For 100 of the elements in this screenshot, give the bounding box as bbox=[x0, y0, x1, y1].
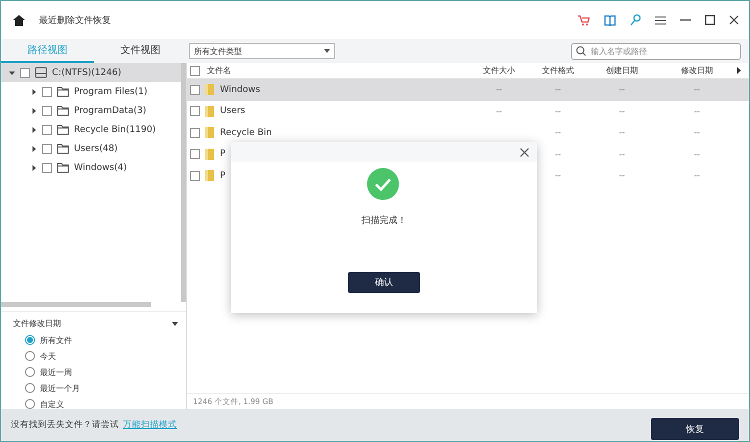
file-name: Recycle Bin bbox=[220, 128, 272, 138]
maximize-icon[interactable] bbox=[705, 15, 715, 25]
tree-item[interactable]: C:(NTFS)(1246) bbox=[1, 63, 181, 82]
drive-icon bbox=[35, 67, 47, 78]
scrollbar[interactable] bbox=[1, 302, 151, 307]
table-cell-text: -- bbox=[618, 128, 626, 138]
checkbox[interactable] bbox=[42, 144, 52, 154]
hint-text: 没有找到丢失文件？请尝试 bbox=[11, 419, 119, 431]
radio-button[interactable] bbox=[25, 335, 35, 345]
window-title: 最近删除文件恢复 bbox=[39, 14, 112, 26]
folder-icon bbox=[57, 86, 69, 97]
view-tab[interactable]: 文件视图 bbox=[94, 39, 187, 63]
table-cell-text: -- bbox=[618, 106, 626, 116]
checkbox[interactable] bbox=[42, 162, 52, 172]
checkbox[interactable] bbox=[42, 106, 52, 116]
tree-item[interactable]: Users(48) bbox=[1, 139, 181, 158]
dialog-message: 扫描完成！ bbox=[362, 214, 406, 227]
folder-icon bbox=[205, 106, 214, 117]
column-header[interactable]: 创建日期 bbox=[587, 65, 657, 76]
tree-item[interactable]: Recycle Bin(1190) bbox=[1, 120, 181, 139]
tree-label: ProgramData(3) bbox=[74, 106, 146, 116]
scroll-right-icon[interactable] bbox=[737, 67, 741, 74]
cart-icon[interactable] bbox=[578, 14, 590, 26]
radio-button[interactable] bbox=[25, 383, 35, 393]
expand-caret-icon[interactable] bbox=[31, 146, 37, 152]
table-cell-text: -- bbox=[693, 106, 701, 116]
folder-icon bbox=[205, 148, 214, 160]
column-header[interactable]: 文件大小 bbox=[469, 65, 529, 76]
book-icon[interactable] bbox=[604, 14, 616, 26]
radio-label: 最近一个月 bbox=[40, 382, 80, 394]
tree-label: Users(48) bbox=[74, 144, 118, 154]
file-type-dropdown[interactable]: 所有文件类型 bbox=[189, 43, 335, 59]
file-name: Users bbox=[220, 106, 246, 116]
radio-button[interactable] bbox=[25, 399, 35, 409]
checkbox[interactable] bbox=[190, 66, 200, 76]
folder-icon bbox=[57, 124, 69, 135]
table-cell-text: -- bbox=[693, 171, 701, 180]
tree-label: Program Files(1) bbox=[74, 86, 148, 96]
column-header[interactable]: 修改日期 bbox=[657, 65, 737, 76]
tree-item[interactable]: Program Files(1) bbox=[1, 82, 181, 101]
success-check-icon bbox=[367, 168, 399, 200]
checkbox[interactable] bbox=[190, 149, 200, 160]
checkbox[interactable] bbox=[20, 68, 30, 78]
table-cell-text: -- bbox=[495, 106, 503, 116]
table-row[interactable]: Users -- -- -- -- bbox=[187, 100, 749, 122]
menu-icon[interactable] bbox=[655, 16, 666, 24]
home-icon[interactable] bbox=[13, 14, 25, 26]
expand-caret-icon[interactable] bbox=[31, 88, 37, 94]
checkbox[interactable] bbox=[190, 106, 200, 116]
table-cell-text: -- bbox=[554, 106, 562, 116]
table-cell-text: -- bbox=[554, 150, 562, 159]
search-field[interactable]: 输入名字或路径 bbox=[571, 42, 741, 60]
close-icon[interactable] bbox=[729, 15, 739, 25]
folder-icon bbox=[57, 162, 69, 173]
search-icon bbox=[576, 46, 586, 56]
minimize-icon[interactable] bbox=[680, 19, 691, 21]
table-cell-text: -- bbox=[554, 171, 562, 180]
checkbox[interactable] bbox=[42, 124, 52, 134]
expand-caret-icon[interactable] bbox=[31, 164, 37, 170]
column-header[interactable]: 文件名 bbox=[205, 65, 469, 76]
folder-icon bbox=[205, 170, 214, 182]
confirm-button[interactable]: 确认 bbox=[348, 272, 420, 293]
radio-label: 自定义 bbox=[40, 398, 64, 410]
folder-icon bbox=[205, 127, 214, 138]
table-cell-text: -- bbox=[618, 150, 626, 159]
tree-label: Recycle Bin(1190) bbox=[74, 124, 156, 134]
table-cell-text: -- bbox=[693, 128, 701, 138]
collapse-caret-icon[interactable] bbox=[9, 70, 15, 76]
table-row[interactable]: P -- -- -- bbox=[187, 165, 749, 186]
tree-item[interactable]: Windows(4) bbox=[1, 158, 181, 177]
checkbox[interactable] bbox=[42, 86, 52, 96]
table-cell-text: -- bbox=[495, 85, 503, 94]
close-icon[interactable] bbox=[520, 148, 529, 156]
tree-item[interactable]: ProgramData(3) bbox=[1, 101, 181, 120]
radio-button[interactable] bbox=[25, 351, 35, 361]
radio-button[interactable] bbox=[25, 367, 35, 377]
table-row[interactable]: P -- -- -- bbox=[187, 144, 749, 165]
checkbox[interactable] bbox=[190, 128, 200, 138]
checkbox[interactable] bbox=[190, 84, 200, 95]
table-row[interactable]: Windows -- -- -- -- bbox=[187, 79, 749, 100]
radio-label: 今天 bbox=[40, 350, 56, 362]
filter-title: 文件修改日期 bbox=[13, 318, 61, 329]
table-cell-text: -- bbox=[554, 128, 562, 138]
recover-button[interactable]: 恢复 bbox=[651, 418, 739, 440]
table-cell-text: -- bbox=[693, 150, 701, 159]
caret-icon bbox=[324, 49, 330, 53]
table-cell-text: -- bbox=[618, 85, 626, 94]
table-row[interactable]: Recycle Bin -- -- -- bbox=[187, 122, 749, 144]
expand-caret-icon[interactable] bbox=[31, 126, 37, 132]
expand-caret-icon[interactable] bbox=[31, 108, 37, 114]
radio-label: 所有文件 bbox=[40, 334, 72, 346]
checkbox[interactable] bbox=[190, 170, 200, 181]
file-name: Windows bbox=[220, 84, 260, 95]
radio-label: 最近一周 bbox=[40, 366, 72, 378]
column-header[interactable]: 文件格式 bbox=[529, 65, 587, 76]
table-cell-text: -- bbox=[693, 85, 701, 94]
caret-icon[interactable] bbox=[172, 322, 178, 326]
table-cell-text: -- bbox=[618, 171, 626, 180]
folder-icon bbox=[205, 84, 214, 96]
file-name: P bbox=[220, 149, 226, 160]
